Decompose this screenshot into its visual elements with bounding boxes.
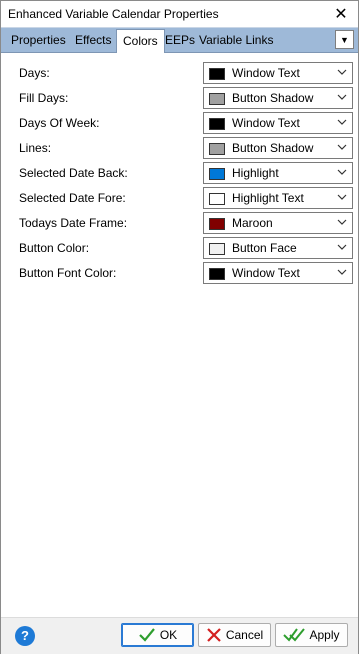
color-select-selected-date-back[interactable]: Highlight — [203, 162, 353, 184]
row-label: Days: — [19, 66, 50, 80]
color-select-fill-days[interactable]: Button Shadow — [203, 87, 353, 109]
tab-bar: Properties Effects Colors EEPs Variable … — [1, 27, 358, 53]
color-select-value: Window Text — [232, 116, 300, 130]
chevron-down-icon — [337, 194, 347, 200]
color-select-value: Button Shadow — [232, 91, 314, 105]
color-select-value: Button Shadow — [232, 141, 314, 155]
chevron-down-icon — [337, 244, 347, 250]
color-swatch — [209, 68, 225, 80]
cancel-button-label: Cancel — [225, 628, 264, 642]
row-label: Selected Date Fore: — [19, 191, 126, 205]
row-label: Days Of Week: — [19, 116, 100, 130]
color-select-value: Button Face — [232, 241, 297, 255]
chevron-down-icon — [337, 119, 347, 125]
color-select-value: Window Text — [232, 66, 300, 80]
check-icon — [139, 628, 155, 642]
color-select-button-color[interactable]: Button Face — [203, 237, 353, 259]
row-label: Selected Date Back: — [19, 166, 128, 180]
row-label: Button Font Color: — [19, 266, 117, 280]
color-swatch — [209, 168, 225, 180]
properties-dialog: Enhanced Variable Calendar Properties ✕ … — [0, 0, 359, 654]
row-label: Lines: — [19, 141, 52, 155]
double-check-icon — [283, 628, 306, 642]
colors-panel: Days: Window Text Fill Days: Button Shad… — [4, 53, 355, 616]
window-title: Enhanced Variable Calendar Properties — [8, 7, 219, 21]
color-select-selected-date-fore[interactable]: Highlight Text — [203, 187, 353, 209]
color-select-value: Window Text — [232, 266, 300, 280]
apply-button[interactable]: Apply — [275, 623, 348, 647]
color-select-value: Maroon — [232, 216, 273, 230]
row-label: Button Color: — [19, 241, 90, 255]
tab-menu-button[interactable]: ▼ — [335, 30, 354, 49]
ok-button[interactable]: OK — [121, 623, 194, 647]
tab-colors[interactable]: Colors — [116, 29, 165, 53]
chevron-down-icon — [337, 144, 347, 150]
apply-button-label: Apply — [309, 628, 340, 642]
chevron-down-icon — [337, 69, 347, 75]
chevron-down-icon — [337, 269, 347, 275]
chevron-down-icon — [337, 219, 347, 225]
row-label: Todays Date Frame: — [19, 216, 128, 230]
tab-effects[interactable]: Effects — [69, 31, 117, 50]
color-select-value: Highlight Text — [232, 191, 304, 205]
color-select-lines[interactable]: Button Shadow — [203, 137, 353, 159]
color-swatch — [209, 193, 225, 205]
help-icon[interactable]: ? — [15, 626, 35, 646]
title-bar: Enhanced Variable Calendar Properties ✕ — [1, 1, 358, 27]
close-button[interactable]: ✕ — [324, 1, 358, 27]
color-swatch — [209, 218, 225, 230]
color-swatch — [209, 268, 225, 280]
color-swatch — [209, 243, 225, 255]
color-select-days[interactable]: Window Text — [203, 62, 353, 84]
ok-button-label: OK — [159, 628, 178, 642]
dropdown-icon: ▼ — [340, 34, 349, 45]
cancel-button[interactable]: Cancel — [198, 623, 271, 647]
dialog-footer: ? OK Cancel Apply — [1, 617, 358, 654]
tab-variable-links[interactable]: Variable Links — [193, 31, 279, 50]
row-label: Fill Days: — [19, 91, 69, 105]
color-swatch — [209, 143, 225, 155]
color-select-days-of-week[interactable]: Window Text — [203, 112, 353, 134]
chevron-down-icon — [337, 94, 347, 100]
x-icon — [207, 628, 221, 642]
color-swatch — [209, 93, 225, 105]
chevron-down-icon — [337, 169, 347, 175]
color-select-value: Highlight — [232, 166, 279, 180]
tab-properties[interactable]: Properties — [5, 31, 72, 50]
color-select-button-font-color[interactable]: Window Text — [203, 262, 353, 284]
color-select-todays-date-frame[interactable]: Maroon — [203, 212, 353, 234]
color-swatch — [209, 118, 225, 130]
